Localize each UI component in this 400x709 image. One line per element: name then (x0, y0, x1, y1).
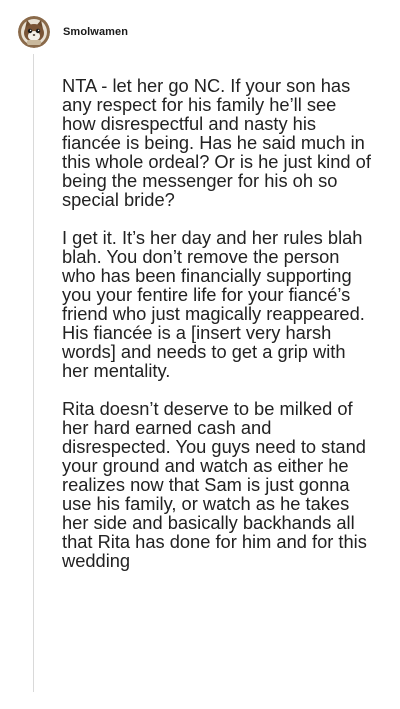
comment-paragraph-1: NTA - let her go NC. If your son has any… (62, 75, 371, 210)
user-avatar[interactable] (18, 16, 50, 48)
comment-body: NTA - let her go NC. If your son has any… (62, 76, 374, 589)
comment-paragraph-2: I get it. It’s her day and her rules bla… (62, 227, 365, 381)
comment-header: Smolwamen (18, 15, 128, 49)
thread-line[interactable] (33, 54, 34, 692)
cat-avatar-icon (18, 16, 50, 48)
comment-card: Smolwamen NTA - let her go NC. If your s… (0, 0, 400, 709)
comment-username[interactable]: Smolwamen (63, 26, 128, 38)
comment-paragraph-3: Rita doesn’t deserve to be milked of her… (62, 398, 367, 571)
